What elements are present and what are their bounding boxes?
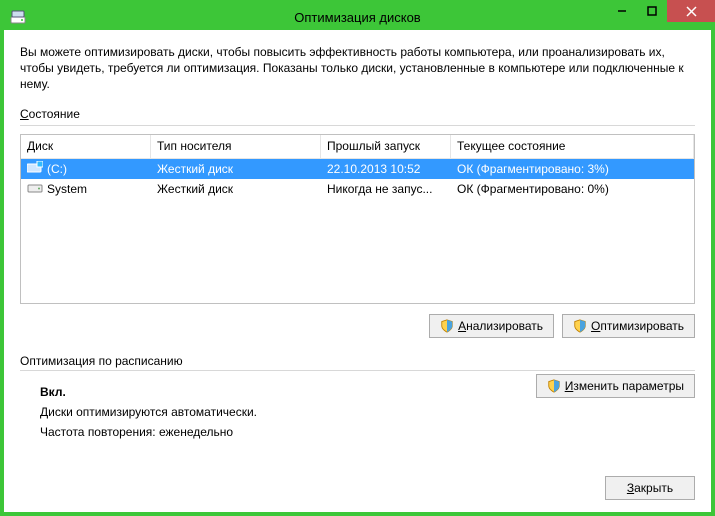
- description-text: Вы можете оптимизировать диски, чтобы по…: [20, 44, 695, 93]
- app-icon: [10, 9, 26, 25]
- drive-icon: [27, 181, 43, 196]
- change-settings-button[interactable]: Изменить параметры: [536, 374, 695, 398]
- drive-last-run: Никогда не запус...: [321, 182, 451, 196]
- analyze-button[interactable]: Анализировать: [429, 314, 554, 338]
- drive-media: Жесткий диск: [151, 162, 321, 176]
- divider: [20, 125, 695, 126]
- drive-last-run: 22.10.2013 10:52: [321, 162, 451, 176]
- schedule-frequency: Частота повторения: еженедельно: [40, 425, 695, 439]
- window-frame: Оптимизация дисков Вы можете оптимизиров…: [0, 0, 715, 516]
- window-controls: [607, 0, 715, 22]
- optimize-button[interactable]: Оптимизировать: [562, 314, 695, 338]
- schedule-auto-text: Диски оптимизируются автоматически.: [40, 405, 695, 419]
- drive-state: ОК (Фрагментировано: 0%): [451, 182, 694, 196]
- window-title: Оптимизация дисков: [4, 10, 711, 25]
- action-buttons-row: Анализировать Оптимизировать: [20, 314, 695, 338]
- state-group-label: Состояние: [20, 107, 695, 121]
- drives-list[interactable]: Диск Тип носителя Прошлый запуск Текущее…: [20, 134, 695, 304]
- shield-icon: [547, 379, 561, 393]
- footer: Закрыть: [20, 468, 695, 500]
- col-current-state[interactable]: Текущее состояние: [451, 135, 694, 158]
- minimize-button[interactable]: [607, 0, 637, 22]
- drive-name: System: [47, 182, 87, 196]
- drive-row[interactable]: System Жесткий диск Никогда не запус... …: [21, 179, 694, 199]
- drive-icon: [27, 161, 43, 176]
- maximize-button[interactable]: [637, 0, 667, 22]
- divider: [20, 370, 695, 371]
- schedule-section: Оптимизация по расписанию Вкл. Диски опт…: [20, 354, 695, 445]
- shield-icon: [573, 319, 587, 333]
- list-header[interactable]: Диск Тип носителя Прошлый запуск Текущее…: [21, 135, 694, 159]
- shield-icon: [440, 319, 454, 333]
- client-area: Вы можете оптимизировать диски, чтобы по…: [4, 30, 711, 512]
- drive-state: ОК (Фрагментировано: 3%): [451, 162, 694, 176]
- titlebar[interactable]: Оптимизация дисков: [4, 4, 711, 30]
- schedule-label: Оптимизация по расписанию: [20, 354, 695, 368]
- drive-name: (C:): [47, 162, 67, 176]
- col-disk[interactable]: Диск: [21, 135, 151, 158]
- drive-media: Жесткий диск: [151, 182, 321, 196]
- col-media-type[interactable]: Тип носителя: [151, 135, 321, 158]
- col-last-run[interactable]: Прошлый запуск: [321, 135, 451, 158]
- drive-row[interactable]: (C:) Жесткий диск 22.10.2013 10:52 ОК (Ф…: [21, 159, 694, 179]
- close-dialog-button[interactable]: Закрыть: [605, 476, 695, 500]
- close-button[interactable]: [667, 0, 715, 22]
